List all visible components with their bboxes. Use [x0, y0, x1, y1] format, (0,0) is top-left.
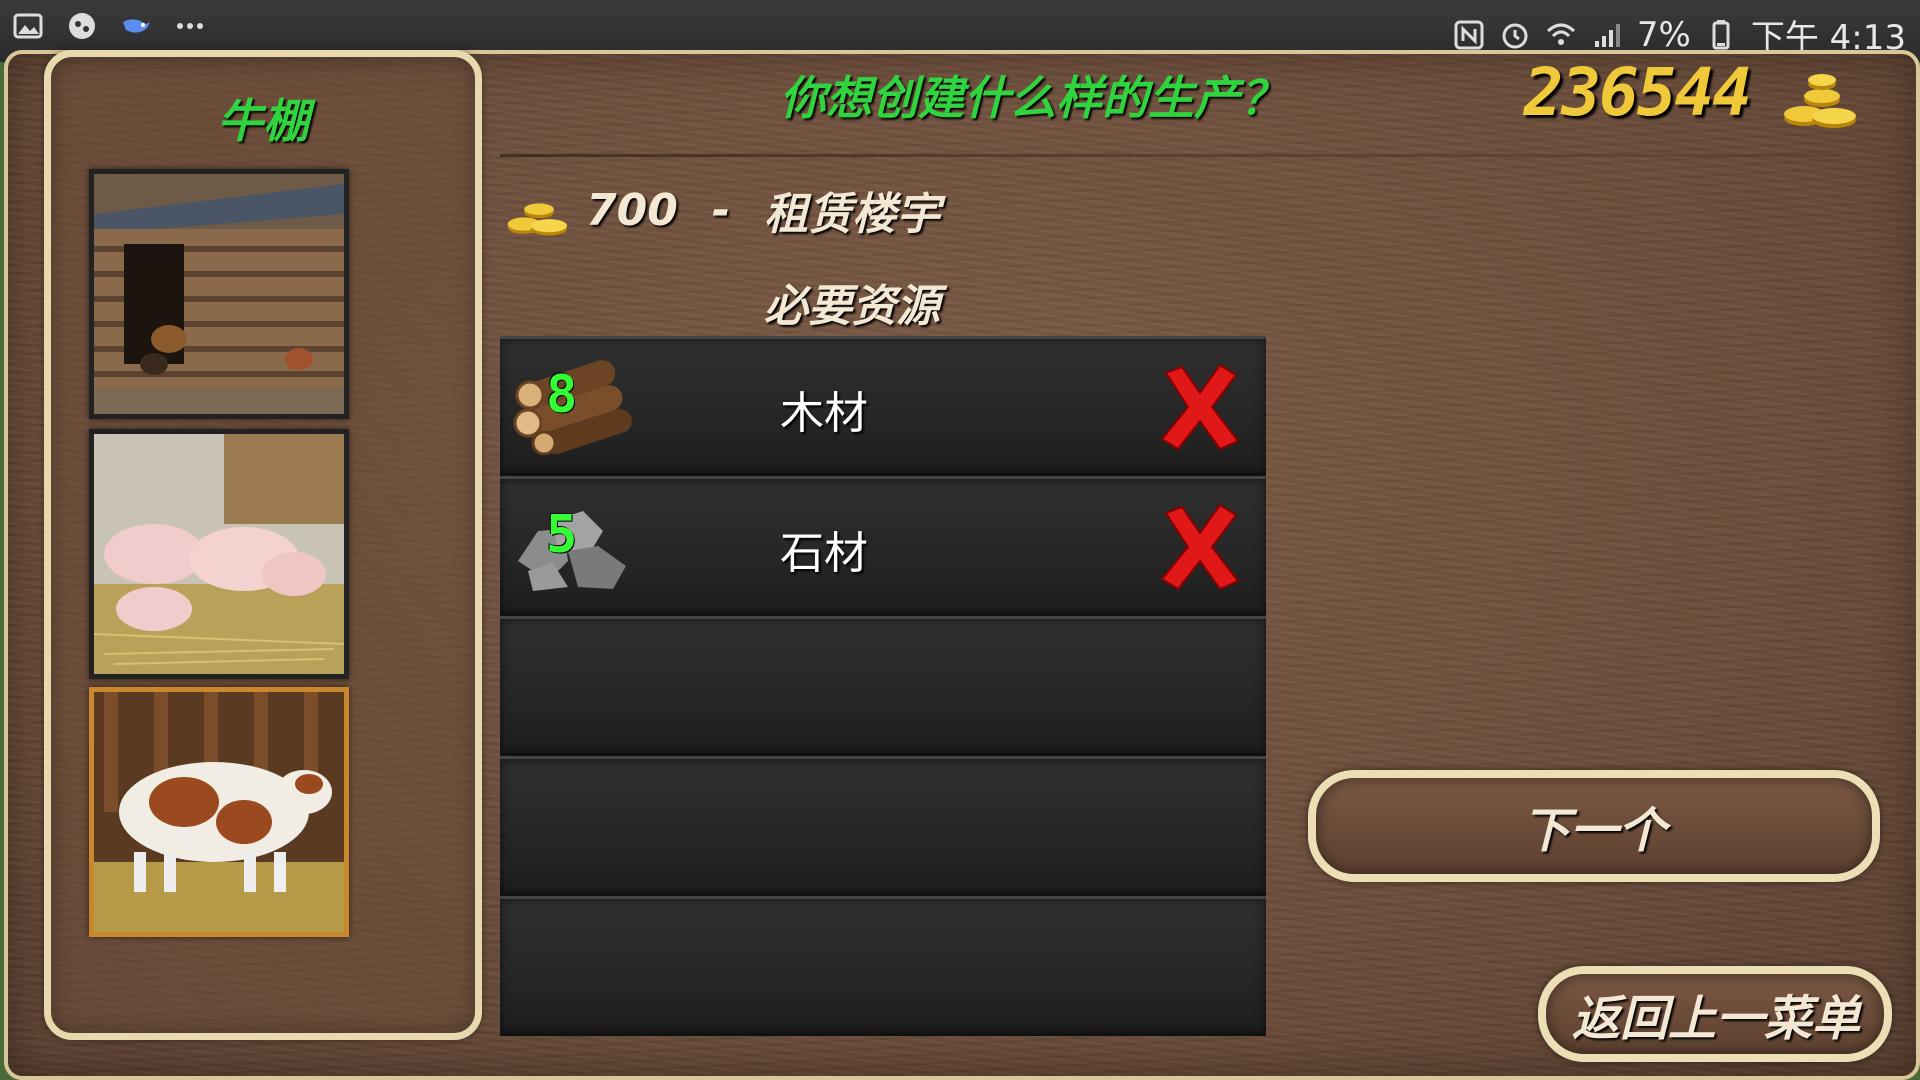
cow-barn-image: [94, 692, 344, 932]
header-divider: [500, 154, 1840, 157]
battery-percent: 7%: [1636, 14, 1691, 55]
thumbnail-pig-pen[interactable]: [89, 429, 349, 679]
cost-label: 租赁楼宇: [764, 189, 941, 240]
alarm-icon: [1502, 23, 1528, 48]
resources-table: 8 木材 5 石材: [500, 336, 1266, 1036]
wood-required-count: 8: [546, 365, 578, 425]
signal-icon: [1594, 23, 1620, 47]
resource-row-empty: [500, 756, 1266, 896]
production-question: 你想创建什么样的生产？: [780, 71, 1286, 125]
category-title: 牛棚: [217, 94, 309, 148]
required-resources-title: 必要资源: [764, 281, 940, 332]
cost-amount: 700: [586, 184, 678, 236]
building-category-panel: 牛棚: [44, 50, 482, 1040]
more-dots-icon[interactable]: [174, 10, 206, 42]
game-controller-icon: [69, 13, 95, 39]
stone-resource-name: 石材: [780, 528, 868, 579]
thumbnail-cow-barn[interactable]: [89, 687, 349, 937]
red-x-icon: [1160, 503, 1240, 591]
wifi-icon: [1546, 23, 1575, 45]
back-to-previous-menu-button[interactable]: 返回上一菜单: [1538, 966, 1892, 1062]
battery-icon: [1712, 19, 1730, 49]
rent-cost: 700 - 租赁楼宇: [506, 178, 940, 242]
chicken-coop-image: [94, 174, 344, 414]
thumbnail-chicken-coop[interactable]: [89, 169, 349, 419]
bird-app-icon: [123, 19, 150, 33]
gold-coins-icon: [1784, 74, 1856, 128]
resource-row-stone: 5 石材: [500, 476, 1266, 616]
money-balance: 236544: [1523, 54, 1752, 131]
gold-coins-icon: [507, 203, 568, 236]
nfc-icon: [1454, 20, 1484, 49]
pig-pen-image: [94, 434, 344, 674]
red-x-icon: [1160, 363, 1240, 451]
wood-resource-name: 木材: [780, 388, 868, 439]
cost-separator: -: [711, 184, 731, 236]
resource-row-empty: [500, 896, 1266, 1036]
resource-row-empty: [500, 616, 1266, 756]
stone-required-count: 5: [546, 505, 578, 565]
resource-row-wood: 8 木材: [500, 336, 1266, 476]
gallery-icon: [13, 13, 43, 39]
next-button[interactable]: 下一个: [1308, 770, 1880, 882]
